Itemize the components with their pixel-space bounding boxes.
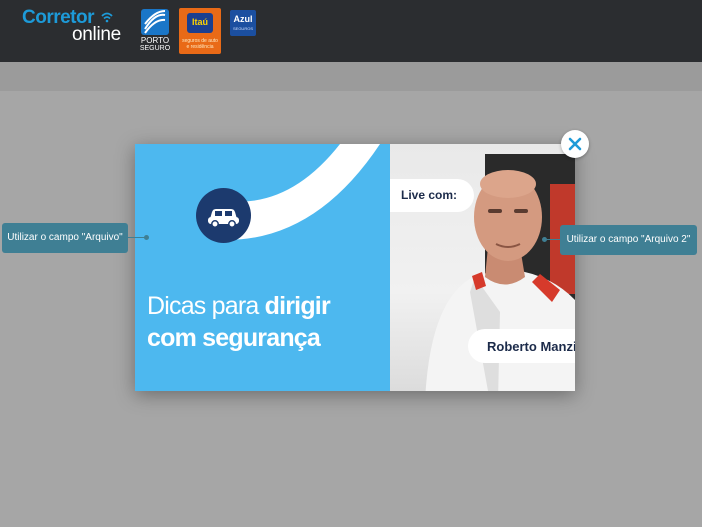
sub-navigation-bar xyxy=(0,62,702,91)
corretor-online-logo[interactable]: Corretor online xyxy=(22,7,134,47)
itau-logo[interactable]: Itaú seguros de auto e residência xyxy=(179,8,221,54)
azul-seguros-logo[interactable]: Azul SEGUROS xyxy=(230,10,256,36)
annotation-right-text: Utilizar o campo "Arquivo 2" xyxy=(566,234,691,245)
porto-emblem-icon xyxy=(141,9,169,35)
modal-banner-left[interactable]: Dicas para dirigir com segurança xyxy=(135,144,390,391)
live-label: Live com: xyxy=(401,188,458,202)
annotation-right-connector xyxy=(546,239,560,240)
annotation-left-text: Utilizar o campo "Arquivo" xyxy=(7,232,123,243)
brand-line2: online xyxy=(72,24,121,45)
porto-seguro-logo[interactable]: PORTO SEGURO xyxy=(137,9,173,55)
wifi-icon xyxy=(101,12,113,23)
annotation-right: Utilizar o campo "Arquivo 2" xyxy=(560,225,697,255)
porto-text1: PORTO xyxy=(140,36,170,45)
annotation-left: Utilizar o campo "Arquivo" xyxy=(2,223,128,253)
azul-text: Azul xyxy=(233,14,253,24)
close-button[interactable] xyxy=(561,130,589,158)
car-icon xyxy=(208,209,239,228)
itau-subtext: seguros de auto e residência xyxy=(182,38,218,50)
annotation-left-dot xyxy=(144,235,149,240)
car-badge xyxy=(196,188,251,243)
azul-subtext: SEGUROS xyxy=(232,26,253,31)
speaker-name-pill: Roberto Manzini xyxy=(468,329,575,363)
close-icon xyxy=(568,137,582,151)
modal-banner-right[interactable]: Live com: Roberto Manzini xyxy=(390,144,575,391)
top-header: Corretor online PORTO SEGURO Itaú seguro… xyxy=(0,0,702,62)
headline-light: Dicas para xyxy=(147,292,265,320)
porto-text2: SEGURO xyxy=(139,45,171,52)
headline-bold1: dirigir xyxy=(264,292,331,320)
itau-box: Itaú xyxy=(187,13,213,33)
live-label-pill: Live com: xyxy=(390,179,474,212)
promo-modal: Dicas para dirigir com segurança Live co… xyxy=(135,144,575,391)
promo-headline: Dicas para dirigir com segurança xyxy=(147,290,387,354)
speaker-name: Roberto Manzini xyxy=(487,339,575,354)
itau-text: Itaú xyxy=(191,17,208,27)
headline-bold2: com segurança xyxy=(147,324,321,352)
